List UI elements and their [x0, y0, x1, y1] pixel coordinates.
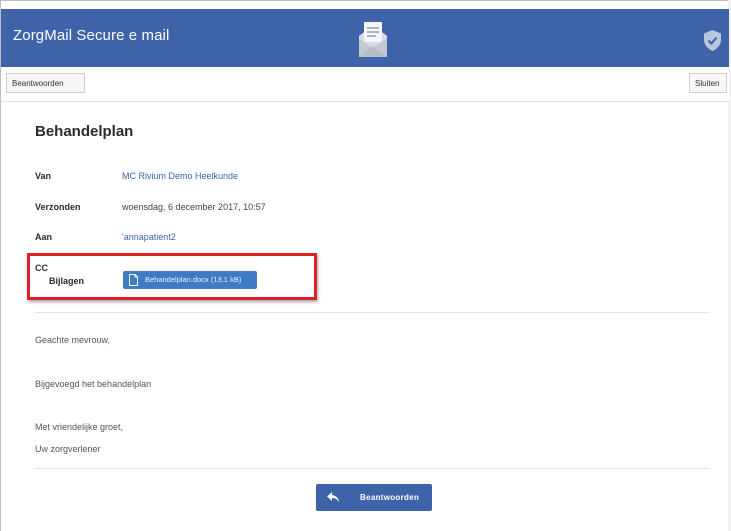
body-signature: Uw zorgverlener — [35, 444, 101, 454]
shield-check-icon — [704, 30, 721, 51]
from-value[interactable]: MC Rivium Demo Heelkunde — [122, 171, 238, 181]
reply-button[interactable]: Beantwoorden — [6, 73, 85, 93]
sent-value: woensdag, 6 december 2017, 10:57 — [122, 202, 266, 212]
mail-window: ZorgMail Secure e mail Beantwoorden Slui… — [0, 0, 729, 531]
message-subject: Behandelplan — [35, 123, 134, 140]
body-closing: Met vriendelijke groet, — [35, 422, 124, 432]
reply-bottom-label: Beantwoorden — [360, 493, 420, 502]
to-value[interactable]: 'annapatient2 — [122, 232, 176, 242]
envelope-open-icon — [359, 22, 387, 57]
app-header: ZorgMail Secure e mail — [1, 9, 729, 67]
divider — [35, 312, 710, 313]
sent-label: Verzonden — [35, 202, 81, 212]
reply-arrow-icon — [327, 492, 339, 502]
toolbar: Beantwoorden Sluiten — [1, 67, 729, 102]
app-title: ZorgMail Secure e mail — [13, 27, 170, 44]
divider — [35, 468, 710, 469]
highlight-box — [27, 253, 317, 300]
to-label: Aan — [35, 232, 53, 242]
reply-bottom-button[interactable]: Beantwoorden — [316, 484, 432, 511]
close-button[interactable]: Sluiten — [689, 73, 727, 93]
body-text: Bijgevoegd het behandelplan — [35, 379, 152, 389]
from-label: Van — [35, 171, 52, 181]
body-greeting: Geachte mevrouw, — [35, 335, 111, 345]
